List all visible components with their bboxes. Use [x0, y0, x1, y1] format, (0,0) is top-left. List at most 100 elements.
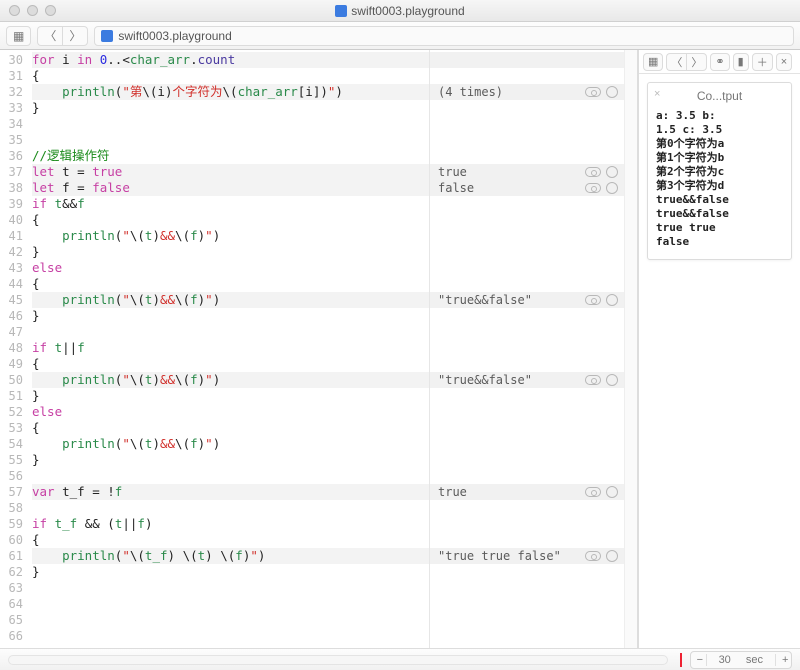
code-line[interactable] [32, 468, 429, 484]
code-line[interactable] [32, 132, 429, 148]
bottom-bar: − 30 sec + [0, 648, 800, 670]
value-history-icon[interactable] [606, 294, 618, 306]
minimize-window-button[interactable] [27, 5, 38, 16]
assistant-related-button[interactable]: ▦ [643, 53, 663, 71]
value-history-icon[interactable] [606, 166, 618, 178]
code-line[interactable]: } [32, 100, 429, 116]
related-items-button[interactable]: ▦ [6, 26, 31, 46]
code-line[interactable]: { [32, 532, 429, 548]
result-line [430, 532, 624, 548]
assistant-add-button[interactable]: ＋ [752, 53, 773, 71]
zoom-window-button[interactable] [45, 5, 56, 16]
code-line[interactable] [32, 596, 429, 612]
value-history-icon[interactable] [606, 182, 618, 194]
code-line[interactable] [32, 580, 429, 596]
code-line[interactable]: println("\(t)&&\(f)") [32, 436, 429, 452]
result-line: true [430, 484, 624, 500]
code-line[interactable] [32, 500, 429, 516]
code-line[interactable]: else [32, 404, 429, 420]
console-output: a: 3.5 b: 1.5 c: 3.5 第0个字符为a 第1个字符为b 第2个… [656, 109, 783, 249]
code-line[interactable] [32, 612, 429, 628]
assistant-close-button[interactable]: × [776, 53, 792, 71]
close-window-button[interactable] [9, 5, 20, 16]
code-line[interactable]: let t = true [32, 164, 429, 180]
result-line [430, 228, 624, 244]
result-line [430, 420, 624, 436]
result-text: false [438, 180, 474, 196]
console-output-panel: × Co...tput a: 3.5 b: 1.5 c: 3.5 第0个字符为a… [647, 82, 792, 260]
value-history-icon[interactable] [606, 550, 618, 562]
code-line[interactable]: } [32, 308, 429, 324]
code-line[interactable]: println("\(t)&&\(f)") [32, 372, 429, 388]
assistant-book-icon[interactable]: ▮ [733, 53, 749, 71]
quicklook-eye-icon[interactable] [585, 167, 601, 177]
code-line[interactable]: println("\(t_f) \(t) \(f)") [32, 548, 429, 564]
code-line[interactable] [32, 628, 429, 644]
result-line [430, 244, 624, 260]
nav-forward-button[interactable]: 〉 [62, 26, 88, 46]
code-line[interactable]: if t_f && (t||f) [32, 516, 429, 532]
playground-file-icon [101, 30, 113, 42]
assistant-toolbar: ▦ 〈 〉 ⚭ ▮ ＋ × [639, 50, 800, 74]
quicklook-eye-icon[interactable] [585, 295, 601, 305]
code-line[interactable]: let f = false [32, 180, 429, 196]
horizontal-scrollbar[interactable] [8, 655, 668, 665]
assistant-forward-button[interactable]: 〉 [686, 53, 707, 71]
quicklook-eye-icon[interactable] [585, 551, 601, 561]
code-line[interactable]: println("\(t)&&\(f)") [32, 228, 429, 244]
result-line: "true&&false" [430, 372, 624, 388]
code-line[interactable]: { [32, 276, 429, 292]
results-sidebar: (4 times)truefalse"true&&false""true&&fa… [429, 50, 624, 648]
nav-back-forward: 〈 〉 [37, 26, 88, 46]
code-line[interactable]: { [32, 212, 429, 228]
timeline-play-marker[interactable] [680, 653, 682, 667]
value-history-icon[interactable] [606, 374, 618, 386]
code-editor[interactable]: for i in 0..<char_arr.count{ println("第\… [28, 50, 429, 648]
result-line: (4 times) [430, 84, 624, 100]
timeline-value: 30 sec [707, 654, 775, 666]
result-line [430, 564, 624, 580]
code-line[interactable] [32, 116, 429, 132]
code-line[interactable]: for i in 0..<char_arr.count [32, 52, 429, 68]
code-line[interactable]: { [32, 420, 429, 436]
code-line[interactable]: println("\(t)&&\(f)") [32, 292, 429, 308]
result-line [430, 388, 624, 404]
value-history-icon[interactable] [606, 86, 618, 98]
result-text: (4 times) [438, 84, 503, 100]
code-line[interactable]: println("第\(i)个字符为\(char_arr[i])") [32, 84, 429, 100]
breadcrumb[interactable]: swift0003.playground [94, 26, 794, 46]
value-history-icon[interactable] [606, 486, 618, 498]
code-line[interactable]: } [32, 452, 429, 468]
code-line[interactable]: { [32, 356, 429, 372]
quicklook-eye-icon[interactable] [585, 87, 601, 97]
quicklook-eye-icon[interactable] [585, 183, 601, 193]
code-line[interactable]: if t&&f [32, 196, 429, 212]
vertical-scrollbar[interactable] [624, 50, 637, 648]
timeline-plus-button[interactable]: + [775, 654, 791, 666]
code-line[interactable]: else [32, 260, 429, 276]
code-line[interactable]: //逻辑操作符 [32, 148, 429, 164]
code-line[interactable]: } [32, 564, 429, 580]
nav-back-button[interactable]: 〈 [37, 26, 62, 46]
quicklook-eye-icon[interactable] [585, 487, 601, 497]
result-text: true [438, 164, 467, 180]
timeline-minus-button[interactable]: − [691, 654, 707, 666]
code-line[interactable]: if t||f [32, 340, 429, 356]
assistant-panel: ▦ 〈 〉 ⚭ ▮ ＋ × × Co...tput a: 3.5 b: 1.5 … [638, 50, 800, 648]
code-line[interactable]: } [32, 388, 429, 404]
code-line[interactable]: } [32, 244, 429, 260]
result-line: "true true false" [430, 548, 624, 564]
code-line[interactable] [32, 324, 429, 340]
quicklook-eye-icon[interactable] [585, 375, 601, 385]
code-line[interactable]: { [32, 68, 429, 84]
result-line [430, 452, 624, 468]
assistant-link-icon[interactable]: ⚭ [710, 53, 729, 71]
close-icon[interactable]: × [654, 88, 660, 100]
line-number-gutter: 3031323334353637383940414243444546474849… [0, 50, 28, 648]
playground-file-icon [335, 5, 347, 17]
assistant-back-button[interactable]: 〈 [666, 53, 686, 71]
result-line [430, 276, 624, 292]
code-line[interactable]: var t_f = !f [32, 484, 429, 500]
result-text: true [438, 484, 467, 500]
result-line [430, 628, 624, 644]
